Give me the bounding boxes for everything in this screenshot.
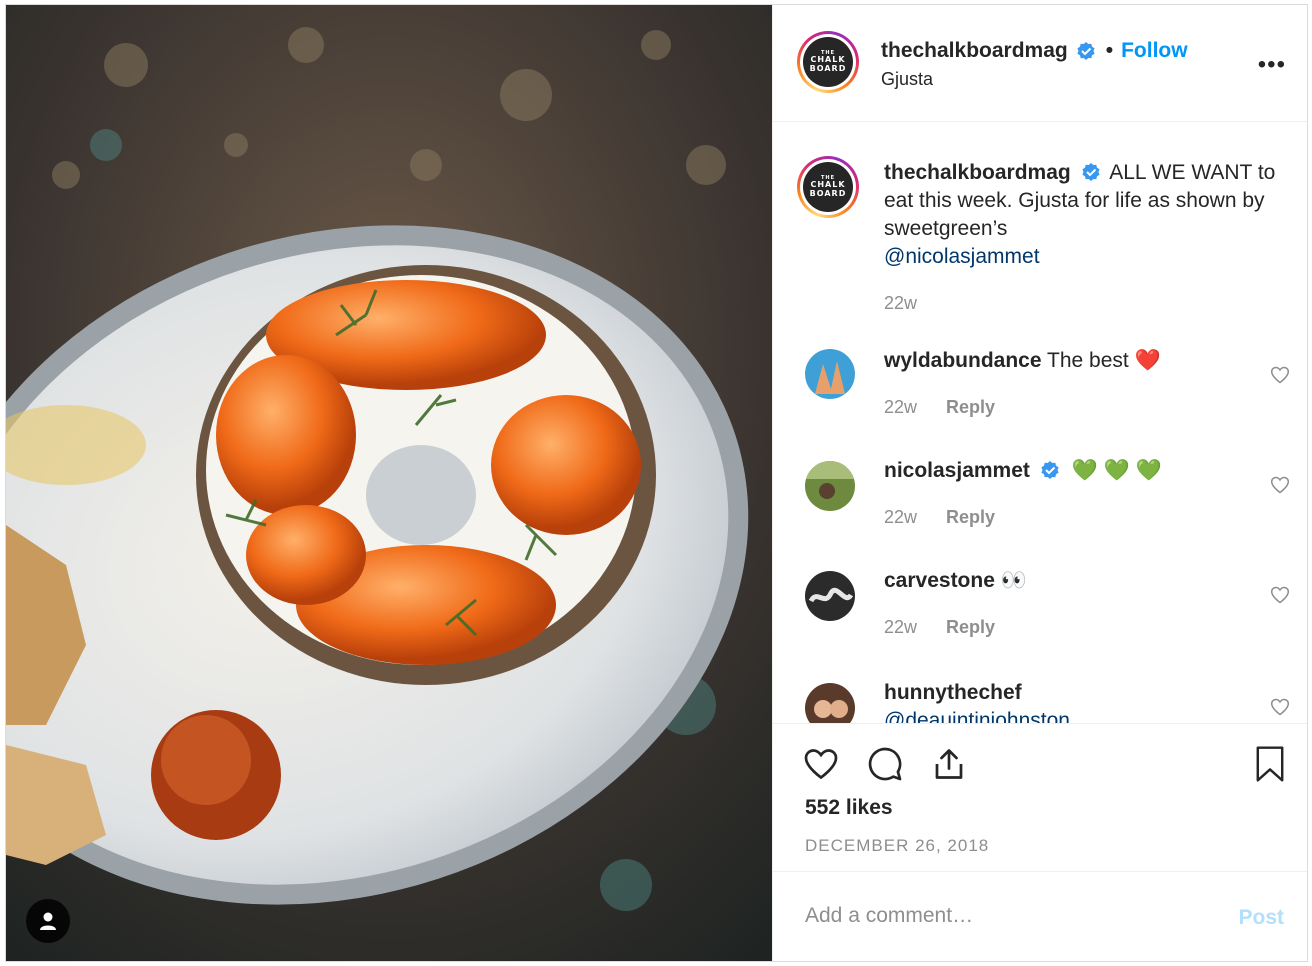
comment-time[interactable]: 22w bbox=[884, 397, 917, 417]
like-comment-heart-icon[interactable] bbox=[1270, 475, 1290, 495]
like-button[interactable] bbox=[801, 744, 841, 784]
comment-item: carvestone 👀 22w Reply bbox=[773, 567, 1307, 677]
more-options-icon[interactable]: ••• bbox=[1258, 53, 1286, 77]
comment-username[interactable]: carvestone bbox=[884, 569, 995, 592]
chalkboard-logo: THE CHALK BOARD bbox=[803, 162, 853, 212]
post-header: THE CHALK BOARD thechalkboardmag • Follo… bbox=[773, 5, 1307, 122]
bookmark-icon bbox=[1256, 746, 1284, 782]
reply-button[interactable]: Reply bbox=[946, 617, 995, 637]
comment-button[interactable] bbox=[865, 744, 905, 784]
save-button[interactable] bbox=[1250, 744, 1290, 784]
tagged-users-button[interactable] bbox=[26, 899, 70, 943]
comment-username[interactable]: hunnythechef bbox=[884, 681, 1022, 704]
comment-time[interactable]: 22w bbox=[884, 617, 917, 637]
comment-username[interactable]: nicolasjammet bbox=[884, 459, 1030, 482]
separator-dot: • bbox=[1105, 39, 1114, 62]
verified-badge-icon bbox=[1077, 42, 1095, 60]
post-comment-button[interactable]: Post bbox=[1238, 906, 1284, 930]
bagel-photo bbox=[6, 5, 772, 961]
location-link[interactable]: Gjusta bbox=[881, 69, 933, 90]
comment-body: The best bbox=[1047, 349, 1129, 372]
like-comment-heart-icon[interactable] bbox=[1270, 365, 1290, 385]
comment-emoji: ❤️ bbox=[1134, 349, 1161, 372]
share-button[interactable] bbox=[929, 744, 969, 784]
caption-username[interactable]: thechalkboardmag bbox=[884, 161, 1071, 184]
post-actions: 552 likes DECEMBER 26, 2018 bbox=[773, 723, 1307, 873]
comment-emoji: 💚 💚 💚 bbox=[1071, 459, 1162, 482]
verified-badge-icon bbox=[1041, 461, 1059, 479]
comment-text: nicolasjammet 💚 💚 💚 bbox=[884, 457, 1162, 485]
like-comment-heart-icon[interactable] bbox=[1270, 585, 1290, 605]
comment-meta: 22w Reply bbox=[884, 507, 995, 528]
caption-text: thechalkboardmag ALL WE WANT to eat this… bbox=[884, 159, 1294, 317]
chalkboard-logo: THE CHALK BOARD bbox=[803, 37, 853, 87]
add-comment-input[interactable] bbox=[805, 904, 1205, 928]
commenter-avatar[interactable] bbox=[805, 349, 855, 399]
comment-emoji: 👀 bbox=[1000, 569, 1027, 592]
caption-avatar[interactable]: THE CHALK BOARD bbox=[797, 156, 859, 218]
comment-text: hunnythechef @deauintinjohnston bbox=[884, 679, 1070, 723]
comment-item: wyldabundance The best ❤️ 22w Reply bbox=[773, 347, 1307, 457]
post-details-panel: THE CHALK BOARD thechalkboardmag • Follo… bbox=[772, 5, 1307, 961]
post-date[interactable]: DECEMBER 26, 2018 bbox=[805, 836, 989, 856]
comment-bubble-icon bbox=[868, 747, 902, 781]
likes-count[interactable]: 552 likes bbox=[805, 796, 893, 820]
comment-item: nicolasjammet 💚 💚 💚 22w Reply bbox=[773, 457, 1307, 567]
logo-text-bot: BOARD bbox=[809, 63, 847, 73]
header-user-row: thechalkboardmag • Follow bbox=[881, 39, 1188, 63]
comment-username[interactable]: wyldabundance bbox=[884, 349, 1042, 372]
comments-list[interactable]: THE CHALK BOARD thechalkboardmag ALL WE … bbox=[773, 123, 1307, 723]
add-comment-bar: Post bbox=[773, 871, 1307, 961]
comment-meta: 22w Reply bbox=[884, 397, 995, 418]
caption-mention[interactable]: @nicolasjammet bbox=[884, 245, 1040, 268]
person-icon bbox=[40, 912, 56, 930]
comment-time[interactable]: 22w bbox=[884, 507, 917, 527]
caption-time[interactable]: 22w bbox=[884, 289, 1294, 317]
commenter-avatar[interactable] bbox=[805, 571, 855, 621]
profile-avatar[interactable]: THE CHALK BOARD bbox=[797, 31, 859, 93]
comment-text: wyldabundance The best ❤️ bbox=[884, 347, 1161, 375]
comment-item: hunnythechef @deauintinjohnston bbox=[773, 679, 1307, 723]
like-comment-heart-icon[interactable] bbox=[1270, 697, 1290, 717]
post-dialog: THE CHALK BOARD thechalkboardmag • Follo… bbox=[5, 4, 1308, 962]
comment-text: carvestone 👀 bbox=[884, 567, 1027, 595]
follow-button[interactable]: Follow bbox=[1121, 39, 1188, 63]
post-photo[interactable] bbox=[6, 5, 772, 961]
comment-mention[interactable]: @deauintinjohnston bbox=[884, 709, 1070, 723]
reply-button[interactable]: Reply bbox=[946, 397, 995, 417]
commenter-avatar[interactable] bbox=[805, 461, 855, 511]
verified-badge-icon bbox=[1081, 163, 1100, 181]
heart-icon bbox=[804, 749, 838, 780]
comment-meta: 22w Reply bbox=[884, 617, 995, 638]
commenter-avatar[interactable] bbox=[805, 683, 855, 723]
header-username[interactable]: thechalkboardmag bbox=[881, 39, 1068, 63]
logo-text-bot: BOARD bbox=[809, 188, 847, 198]
share-upload-icon bbox=[935, 749, 963, 779]
reply-button[interactable]: Reply bbox=[946, 507, 995, 527]
